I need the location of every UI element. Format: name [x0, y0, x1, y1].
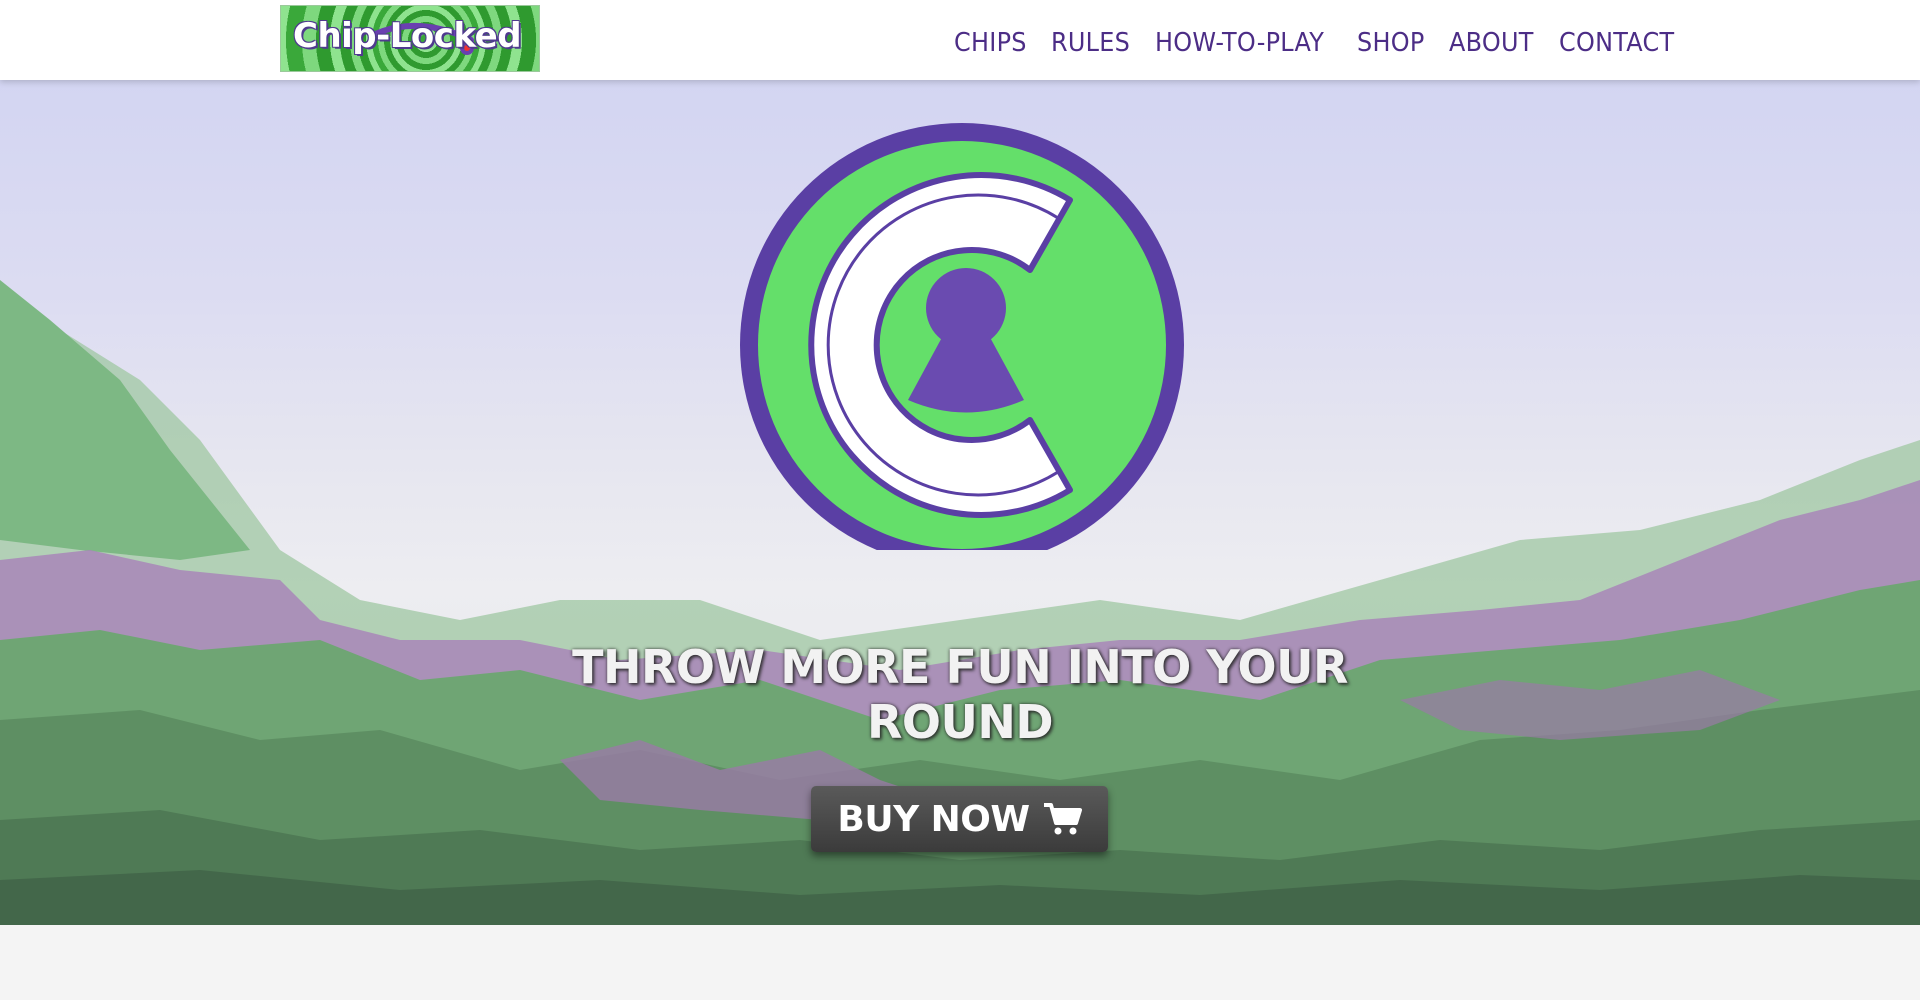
site-header: Chip-Locked CHIPS RULES HOW-TO-PLAY SHOP… [0, 0, 1920, 80]
shopping-cart-icon [1043, 803, 1082, 835]
main-nav: CHIPS RULES HOW-TO-PLAY SHOP ABOUT CONTA… [954, 28, 1684, 58]
buy-now-button[interactable]: BUY NOW [811, 786, 1108, 852]
chip-locked-emblem-icon [740, 123, 1184, 550]
nav-item-rules[interactable]: RULES [1051, 28, 1130, 58]
hero-headline: THROW MORE FUN INTO YOUR ROUND [572, 640, 1348, 749]
logo-wordmark: Chip-Locked [293, 16, 522, 56]
nav-item-how-to-play[interactable]: HOW-TO-PLAY [1155, 28, 1324, 58]
buy-now-label: BUY NOW [837, 798, 1030, 840]
lower-content-area [0, 925, 1920, 1000]
nav-item-contact[interactable]: CONTACT [1559, 28, 1674, 58]
nav-item-about[interactable]: ABOUT [1449, 28, 1534, 58]
hero-section: THROW MORE FUN INTO YOUR ROUND BUY NOW [0, 80, 1920, 925]
site-logo[interactable]: Chip-Locked [280, 5, 540, 72]
nav-item-shop[interactable]: SHOP [1357, 28, 1425, 58]
nav-item-chips[interactable]: CHIPS [954, 28, 1027, 58]
